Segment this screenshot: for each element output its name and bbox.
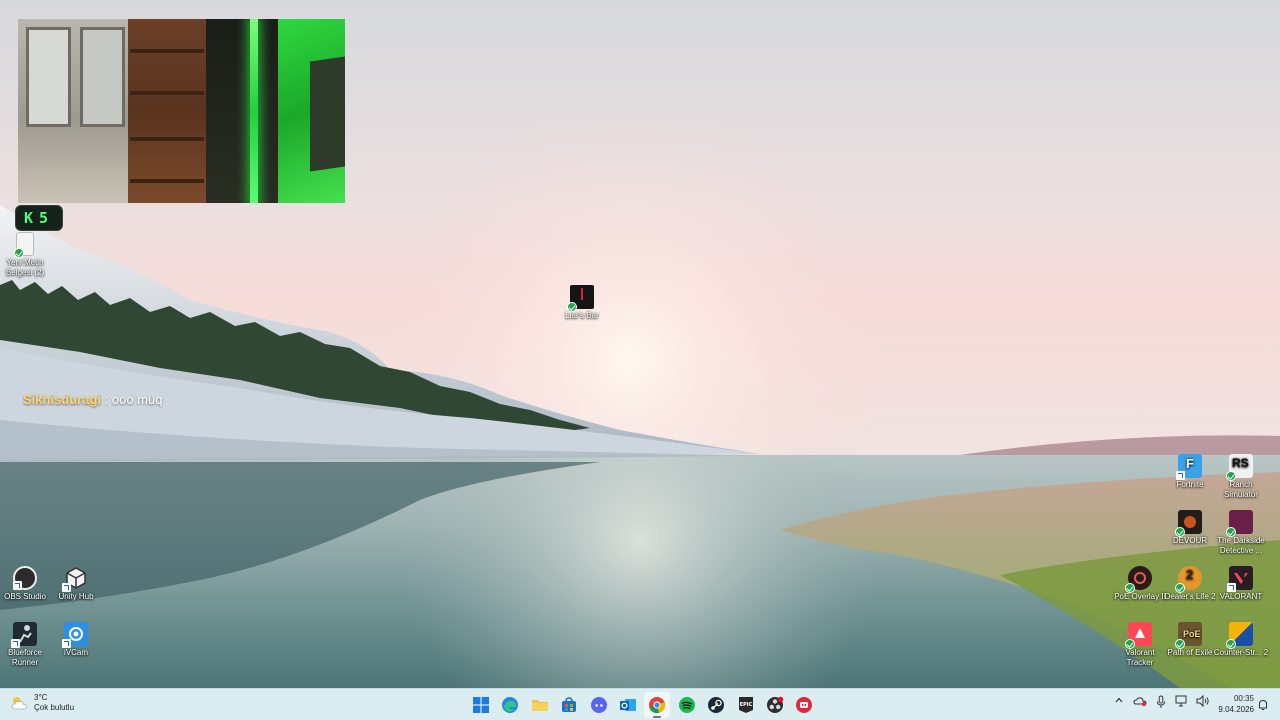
desktop-icon-label: Blueforce Runner — [8, 648, 42, 667]
chat-username: Sikhisduragi — [23, 392, 102, 407]
volume-icon[interactable] — [1196, 694, 1210, 709]
desktop-icon-label: OBS Studio — [4, 592, 46, 601]
clock-date: 9.04.2026 — [1218, 705, 1254, 714]
desktop-icon-poe-overlay[interactable]: PoE Overlay II — [1112, 566, 1168, 602]
desktop-icon-label: Yeni Metin Belgesi (2) — [5, 258, 45, 277]
taskbar-steam[interactable] — [703, 692, 729, 718]
devour-icon — [1175, 510, 1202, 537]
outlook-icon — [619, 699, 636, 711]
steam-icon — [708, 697, 725, 713]
poe-overlay-icon — [1125, 566, 1152, 593]
weather-temperature: 3°C — [34, 693, 48, 702]
epic-games-icon: EPIC — [738, 697, 753, 713]
weather-widget[interactable]: 3°C Çok bulutlu — [10, 693, 74, 713]
stream-badge: K5 — [15, 205, 63, 231]
text-document-icon — [14, 232, 34, 258]
edge-icon — [502, 697, 519, 713]
store-icon — [562, 697, 577, 712]
darkside-detective-icon — [1226, 510, 1253, 537]
desktop-icon-label: Dealer's Life 2 — [1164, 592, 1216, 601]
valorant-icon — [1227, 566, 1253, 592]
desktop-icon-devour[interactable]: DEVOUR — [1162, 510, 1218, 546]
desktop-icon-ivcam[interactable]: iVCam — [48, 622, 104, 658]
taskbar-epic-games[interactable]: EPIC — [733, 692, 759, 718]
taskbar-chrome[interactable] — [644, 692, 671, 718]
dealers-life-icon: 2 — [1175, 566, 1202, 593]
chat-separator: : — [101, 392, 112, 407]
red-app-icon — [796, 697, 813, 713]
chat-message-overlay: Sikhisduragi : ooo müq — [23, 392, 162, 407]
weather-condition: Çok bulutlu — [34, 703, 75, 712]
taskbar-edge[interactable] — [497, 692, 523, 718]
chat-text: ooo müq — [111, 392, 163, 407]
desktop-icon-dealers-life[interactable]: 2 Dealer's Life 2 — [1162, 566, 1218, 602]
start-button[interactable] — [468, 692, 494, 718]
onedrive-icon[interactable] — [1133, 695, 1147, 709]
desktop-icon-label: iVCam — [63, 648, 88, 657]
desktop-icon-valorant[interactable]: VALORANT — [1213, 566, 1269, 602]
desktop-icon-counter-strike[interactable]: Counter-Str... 2 — [1213, 622, 1269, 658]
taskbar-spotify[interactable] — [674, 692, 700, 718]
desktop-icon-blueforce-runner[interactable]: Blueforce Runner — [0, 622, 53, 668]
taskbar: 3°C Çok bulutlu EPIC 00:35 9.04.2026 — [0, 688, 1280, 720]
notification-bell-icon[interactable] — [1258, 698, 1268, 710]
ivcam-icon — [62, 622, 88, 648]
desktop-icon-path-of-exile[interactable]: PoE Path of Exile — [1162, 622, 1218, 658]
desktop-icon-label: Path of Exile — [1167, 648, 1213, 657]
taskbar-red-app[interactable] — [791, 692, 817, 718]
desktop-icon-label: Ranch Simulator — [1224, 480, 1258, 499]
desktop-icon-unity-hub[interactable]: Unity Hub — [48, 566, 104, 602]
desktop-icon-darkside-detective[interactable]: The Darkside Detective ... — [1213, 510, 1269, 556]
spotify-icon — [678, 697, 695, 713]
taskbar-apps: EPIC — [468, 692, 821, 718]
desktop-icon-liars-bar[interactable]: Liar's Bar — [554, 285, 610, 321]
discord-icon — [590, 697, 607, 713]
network-icon[interactable] — [1175, 695, 1189, 709]
desktop-icon-label: The Darkside Detective ... — [1217, 536, 1265, 555]
microphone-icon[interactable] — [1154, 695, 1168, 709]
taskbar-discord[interactable] — [586, 692, 612, 718]
webcam-overlay — [18, 19, 345, 203]
desktop-icon-label: Fortnite — [1176, 480, 1204, 489]
desktop-icon-label: DEVOUR — [1172, 536, 1208, 545]
ranch-simulator-icon: RS — [1226, 454, 1253, 481]
path-of-exile-icon: PoE — [1175, 622, 1202, 649]
desktop-icon-valorant-tracker[interactable]: Valorant Tracker — [1112, 622, 1168, 668]
runner-icon — [11, 622, 37, 648]
desktop-icon-obs-studio[interactable]: OBS Studio — [0, 566, 53, 602]
desktop-icon-label: VALORANT — [1219, 592, 1263, 601]
desktop-icon-label: Valorant Tracker — [1125, 648, 1155, 667]
windows-logo-icon — [473, 697, 489, 713]
taskbar-store[interactable] — [556, 692, 582, 718]
desktop-icon-text-document[interactable]: Yeni Metin Belgesi (2) — [0, 232, 53, 278]
valorant-tracker-icon — [1125, 622, 1152, 649]
taskbar-outlook[interactable] — [615, 692, 641, 718]
desktop-icon-label: Unity Hub — [58, 592, 94, 601]
system-clock[interactable]: 00:35 9.04.2026 — [1214, 693, 1254, 715]
unity-icon — [62, 566, 88, 592]
desktop-icon-ranch-simulator[interactable]: RS Ranch Simulator — [1213, 454, 1269, 500]
desktop-icon-fortnite[interactable]: F Fortnite — [1162, 454, 1218, 490]
desktop-icon-label: Counter-Str... 2 — [1213, 648, 1269, 657]
counter-strike-icon — [1226, 622, 1253, 649]
folder-icon — [531, 700, 548, 711]
taskbar-file-explorer[interactable] — [527, 692, 553, 718]
liars-bar-icon — [567, 285, 594, 312]
clock-time: 00:35 — [1233, 694, 1254, 703]
desktop-icon-label: PoE Overlay II — [1114, 592, 1166, 601]
chevron-up-icon[interactable] — [1112, 695, 1126, 709]
taskbar-obs[interactable] — [762, 692, 788, 718]
obs-icon — [13, 566, 37, 590]
obs-icon — [766, 696, 784, 713]
system-tray — [1112, 694, 1217, 709]
chrome-icon — [649, 697, 666, 714]
cloud-sun-icon — [10, 695, 30, 711]
svg-text:EPIC: EPIC — [739, 702, 752, 708]
fortnite-icon: F — [1176, 454, 1202, 480]
desktop-icon-label: Liar's Bar — [565, 311, 599, 320]
